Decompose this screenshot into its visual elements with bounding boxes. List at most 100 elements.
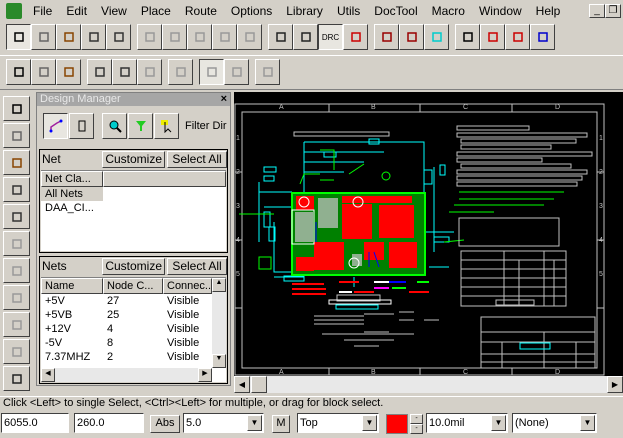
zoom-button[interactable] <box>102 113 127 139</box>
select-button[interactable] <box>154 113 179 139</box>
scroll-right-button[interactable]: ▶ <box>607 376 623 393</box>
x-coordinate-field[interactable]: 6055.0 <box>1 413 69 433</box>
canvas-horizontal-scrollbar[interactable]: ◀ ▶ <box>234 376 623 393</box>
menu-doctool[interactable]: DocTool <box>367 4 424 18</box>
paste-button[interactable] <box>187 24 212 50</box>
note-text-line <box>456 125 530 131</box>
menu-route[interactable]: Route <box>178 4 224 18</box>
app-icon[interactable] <box>6 2 22 19</box>
close-icon[interactable]: × <box>221 93 227 106</box>
copy-button[interactable] <box>162 24 187 50</box>
vertical-scrollbar[interactable]: ▲ ▼ <box>212 278 226 368</box>
pin-pad-button[interactable] <box>3 150 30 175</box>
menu-view[interactable]: View <box>94 4 134 18</box>
route-button[interactable] <box>3 123 30 148</box>
menu-window[interactable]: Window <box>472 4 529 18</box>
drc-button[interactable]: DRC <box>318 24 343 50</box>
scroll-thumb[interactable] <box>251 376 267 393</box>
menu-options[interactable]: Options <box>224 4 279 18</box>
report-button[interactable] <box>480 24 505 50</box>
horizontal-scrollbar[interactable]: ◀ ▶ <box>41 368 212 382</box>
line-button[interactable] <box>3 204 30 229</box>
width-dropdown[interactable]: 10.0mil ▼ <box>426 413 508 433</box>
arc-button[interactable] <box>3 231 30 256</box>
fill-button[interactable] <box>3 312 30 337</box>
undo-button[interactable] <box>212 24 237 50</box>
filter-button[interactable] <box>128 113 153 139</box>
table-row[interactable]: -5V 8 Visible <box>41 336 226 350</box>
list-item[interactable]: All Nets <box>41 187 103 201</box>
sketch-route-button[interactable] <box>112 59 137 85</box>
y-coordinate-field[interactable]: 260.0 <box>74 413 144 433</box>
menu-library[interactable]: Library <box>279 4 330 18</box>
m-button[interactable]: M <box>272 415 290 433</box>
auto-route-button[interactable] <box>137 59 162 85</box>
table-row[interactable]: +12V 4 Visible <box>41 322 226 336</box>
table-row[interactable]: +5V 27 Visible <box>41 294 226 308</box>
menu-macro[interactable]: Macro <box>425 4 472 18</box>
menu-help[interactable]: Help <box>529 4 568 18</box>
via-button[interactable] <box>3 177 30 202</box>
column-header[interactable]: Net Cla... <box>41 171 103 187</box>
column-header[interactable]: Connec... <box>163 278 212 294</box>
layer-color-swatch <box>386 414 408 434</box>
cut-button[interactable] <box>137 24 162 50</box>
print-button[interactable] <box>106 24 131 50</box>
column-header[interactable]: Node C... <box>103 278 163 294</box>
polygon-button[interactable] <box>3 258 30 283</box>
fanout-icon <box>175 67 186 77</box>
display-button[interactable] <box>530 24 555 50</box>
layer-dropdown[interactable]: Top ▼ <box>297 413 379 433</box>
customize-button[interactable]: Customize <box>102 257 165 275</box>
cam-button[interactable] <box>424 24 449 50</box>
fanout-button[interactable] <box>168 59 193 85</box>
grid-dropdown[interactable]: 5.0 ▼ <box>183 413 264 433</box>
measure-button[interactable] <box>268 24 293 50</box>
column-header[interactable]: Name <box>41 278 103 294</box>
pcb-canvas[interactable]: A A B B C C D D 1 1 2 2 3 3 4 4 5 5 <box>234 92 623 376</box>
route-button[interactable] <box>399 24 424 50</box>
save-button[interactable] <box>81 24 106 50</box>
menu-edit[interactable]: Edit <box>59 4 94 18</box>
table-row[interactable]: 7.37MHZ 2 Visible <box>41 350 226 364</box>
layer-pair-button[interactable] <box>374 24 399 50</box>
arc-button[interactable] <box>224 59 249 85</box>
add-route-button[interactable] <box>6 59 31 85</box>
pour-button[interactable] <box>255 59 280 85</box>
abs-button[interactable]: Abs <box>150 415 180 433</box>
width-spinner[interactable]: - - <box>410 414 423 434</box>
select-all-button[interactable]: Select All <box>167 257 227 275</box>
layers-button[interactable] <box>3 339 30 364</box>
cluster-button[interactable] <box>505 24 530 50</box>
component-mode-button[interactable] <box>69 113 94 139</box>
no-button[interactable] <box>3 366 30 391</box>
customize-button[interactable]: Customize <box>102 150 165 168</box>
eco-button[interactable] <box>343 24 368 50</box>
tune-button[interactable] <box>199 59 224 85</box>
bus-route-button[interactable] <box>87 59 112 85</box>
minimize-button[interactable]: _ <box>589 3 605 18</box>
spreadsheet-button[interactable] <box>455 24 480 50</box>
open-button[interactable] <box>56 24 81 50</box>
table-row[interactable]: +5VB 25 Visible <box>41 308 226 322</box>
no-icon <box>11 373 22 384</box>
new-icon <box>38 32 49 42</box>
menu-place[interactable]: Place <box>134 4 178 18</box>
zoom-button[interactable] <box>293 24 318 50</box>
dynamic-route-button[interactable] <box>31 59 56 85</box>
net-mode-button[interactable] <box>43 113 68 139</box>
chevron-down-icon: ▼ <box>247 415 262 431</box>
restore-button[interactable]: ❐ <box>605 3 621 18</box>
select-button[interactable] <box>6 24 31 50</box>
net-dropdown[interactable]: (None) ▼ <box>512 413 597 433</box>
list-item[interactable]: DAA_CI... <box>41 201 226 215</box>
redo-button[interactable] <box>237 24 262 50</box>
scroll-left-button[interactable]: ◀ <box>234 376 250 393</box>
miter-button[interactable] <box>56 59 81 85</box>
new-button[interactable] <box>31 24 56 50</box>
menu-utils[interactable]: Utils <box>330 4 367 18</box>
component-button[interactable] <box>3 96 30 121</box>
menu-file[interactable]: File <box>26 4 59 18</box>
keepout-button[interactable] <box>3 285 30 310</box>
select-all-button[interactable]: Select All <box>167 150 227 168</box>
